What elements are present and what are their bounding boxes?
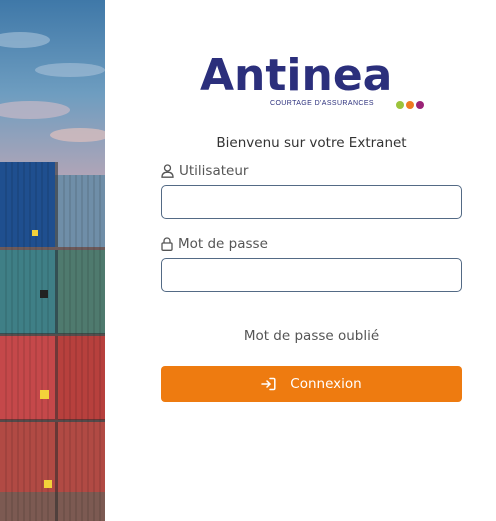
user-icon	[161, 164, 174, 178]
brand-tagline: COURTAGE D'ASSURANCES	[270, 100, 374, 107]
username-label: Utilisateur	[161, 163, 248, 179]
brand-dot-green	[396, 101, 404, 109]
sign-in-icon	[261, 377, 276, 391]
brand-dot-purple	[416, 101, 424, 109]
forgot-password-link[interactable]: Mot de passe oublié	[161, 328, 462, 344]
username-label-text: Utilisateur	[179, 163, 249, 179]
login-button[interactable]: Connexion	[161, 366, 462, 402]
login-button-label: Connexion	[290, 376, 362, 392]
password-input[interactable]	[161, 258, 462, 292]
welcome-text: Bienvenu sur votre Extranet	[216, 135, 407, 151]
brand-logo: Antinea COURTAGE D'ASSURANCES	[200, 54, 430, 114]
brand-dot-orange	[406, 101, 414, 109]
password-label: Mot de passe	[161, 236, 268, 252]
password-label-text: Mot de passe	[178, 236, 268, 252]
username-input[interactable]	[161, 185, 462, 219]
side-photo	[0, 0, 105, 521]
lock-icon	[161, 237, 173, 251]
brand-name: Antinea	[200, 50, 393, 101]
